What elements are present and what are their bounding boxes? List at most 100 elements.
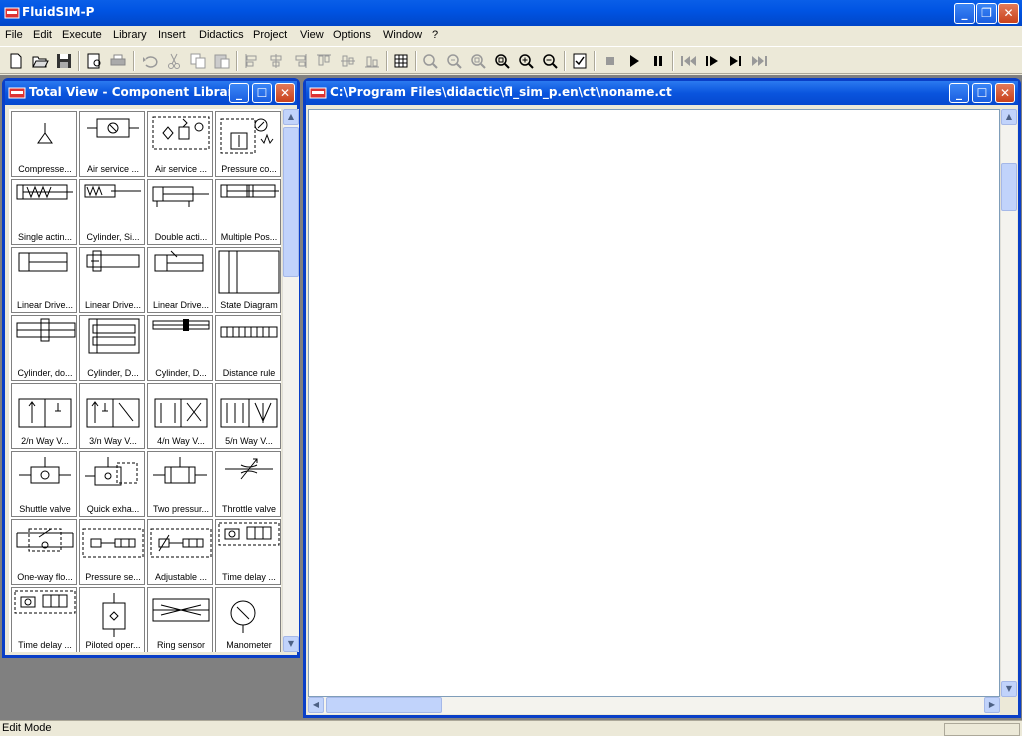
component-air-service-unit-simplified[interactable]: Air service ...: [147, 111, 213, 177]
component-time-delay-valve-1[interactable]: Time delay ...: [215, 519, 281, 585]
new-icon[interactable]: [6, 51, 26, 71]
festo-window-icon: [309, 87, 327, 99]
menu-library[interactable]: Library: [113, 29, 147, 41]
scroll-thumb[interactable]: [326, 697, 442, 713]
menu-project[interactable]: Project: [253, 29, 287, 41]
circuit-vertical-scrollbar[interactable]: ▲ ▼: [1000, 109, 1017, 697]
component-time-delay-valve-2[interactable]: Time delay ...: [11, 587, 77, 652]
toolbar-separator: [415, 51, 417, 71]
menu-help[interactable]: ?: [432, 29, 438, 41]
align-middle-icon[interactable]: [338, 51, 358, 71]
component-ring-sensor[interactable]: Ring sensor: [147, 587, 213, 652]
save-icon[interactable]: [54, 51, 74, 71]
component-quick-exhaust-valve[interactable]: Quick exha...: [79, 451, 145, 517]
library-minimize-button[interactable]: _: [229, 83, 249, 103]
library-vertical-scrollbar[interactable]: ▲ ▼: [282, 109, 299, 652]
component-manometer[interactable]: Manometer: [215, 587, 281, 652]
single-step-icon[interactable]: [702, 51, 722, 71]
undo-icon[interactable]: [140, 51, 160, 71]
circuit-horizontal-scrollbar[interactable]: ◀ ▶: [308, 697, 1000, 714]
stop-icon[interactable]: [600, 51, 620, 71]
component-multiple-position-cylinder[interactable]: Multiple Pos...: [215, 179, 281, 245]
align-center-icon[interactable]: [266, 51, 286, 71]
component-linear-drive-1[interactable]: Linear Drive...: [11, 247, 77, 313]
grid-icon[interactable]: [391, 51, 411, 71]
scroll-right-button[interactable]: ▶: [984, 697, 1000, 713]
library-close-button[interactable]: ✕: [275, 83, 295, 103]
component-two-pressure-valve[interactable]: Two pressur...: [147, 451, 213, 517]
component-4n-way-valve[interactable]: 4/n Way V...: [147, 383, 213, 449]
component-adjustable-pressure-sequence[interactable]: Adjustable ...: [147, 519, 213, 585]
component-label: 2/n Way V...: [21, 436, 69, 446]
align-right-icon[interactable]: [290, 51, 310, 71]
play-icon[interactable]: [624, 51, 644, 71]
scroll-left-button[interactable]: ◀: [308, 697, 324, 713]
run-to-state-icon[interactable]: [726, 51, 746, 71]
component-shuttle-valve[interactable]: Shuttle valve: [11, 451, 77, 517]
menu-file[interactable]: File: [5, 29, 23, 41]
scroll-thumb[interactable]: [283, 127, 299, 277]
pause-icon[interactable]: [648, 51, 668, 71]
circuit-minimize-button[interactable]: _: [949, 83, 969, 103]
paste-icon[interactable]: [212, 51, 232, 71]
zoom-in-icon[interactable]: [516, 51, 536, 71]
component-double-acting-cylinder[interactable]: Double acti...: [147, 179, 213, 245]
component-state-diagram[interactable]: State Diagram: [215, 247, 281, 313]
scroll-up-button[interactable]: ▲: [1001, 109, 1017, 125]
minimize-button[interactable]: _: [954, 3, 975, 24]
print-icon[interactable]: [108, 51, 128, 71]
menu-view[interactable]: View: [300, 29, 324, 41]
component-pressure-control[interactable]: Pressure co...: [215, 111, 281, 177]
component-single-acting-cylinder[interactable]: Single actin...: [11, 179, 77, 245]
component-3n-way-valve[interactable]: 3/n Way V...: [79, 383, 145, 449]
circuit-close-button[interactable]: ✕: [995, 83, 1015, 103]
copy-icon[interactable]: [188, 51, 208, 71]
scroll-thumb[interactable]: [1001, 163, 1017, 211]
zoom-previous-icon[interactable]: [444, 51, 464, 71]
component-2n-way-valve[interactable]: 2/n Way V...: [11, 383, 77, 449]
component-label: One-way flo...: [17, 572, 73, 582]
reset-icon[interactable]: [678, 51, 698, 71]
component-distance-rule[interactable]: Distance rule: [215, 315, 281, 381]
component-cylinder-rodless[interactable]: Cylinder, D...: [147, 315, 213, 381]
component-air-service-unit[interactable]: Air service ...: [79, 111, 145, 177]
menu-options[interactable]: Options: [333, 29, 371, 41]
open-icon[interactable]: [30, 51, 50, 71]
component-label: 3/n Way V...: [89, 436, 137, 446]
align-top-icon[interactable]: [314, 51, 334, 71]
component-throttle-valve[interactable]: Throttle valve: [215, 451, 281, 517]
component-compressor[interactable]: Compresse...: [11, 111, 77, 177]
scroll-up-button[interactable]: ▲: [283, 109, 299, 125]
component-piloted-operated-check[interactable]: Piloted oper...: [79, 587, 145, 652]
fast-forward-icon[interactable]: [750, 51, 770, 71]
zoom-out-icon[interactable]: [540, 51, 560, 71]
restore-button[interactable]: ❐: [976, 3, 997, 24]
component-cylinder-single[interactable]: Cylinder, Si...: [79, 179, 145, 245]
scroll-down-button[interactable]: ▼: [1001, 681, 1017, 697]
menu-insert[interactable]: Insert: [158, 29, 186, 41]
scroll-down-button[interactable]: ▼: [283, 636, 299, 652]
align-left-icon[interactable]: [242, 51, 262, 71]
menu-window[interactable]: Window: [383, 29, 422, 41]
align-bottom-icon[interactable]: [362, 51, 382, 71]
zoom-all-icon[interactable]: [492, 51, 512, 71]
component-5n-way-valve[interactable]: 5/n Way V...: [215, 383, 281, 449]
component-cylinder-double[interactable]: Cylinder, do...: [11, 315, 77, 381]
library-maximize-button[interactable]: ☐: [252, 83, 272, 103]
component-linear-drive-3[interactable]: Linear Drive...: [147, 247, 213, 313]
zoom-window-icon[interactable]: [468, 51, 488, 71]
component-linear-drive-2[interactable]: Linear Drive...: [79, 247, 145, 313]
check-drawing-icon[interactable]: [570, 51, 590, 71]
menu-edit[interactable]: Edit: [33, 29, 52, 41]
component-pressure-sequence-valve[interactable]: Pressure se...: [79, 519, 145, 585]
zoom-fit-icon[interactable]: [420, 51, 440, 71]
component-one-way-flow-control[interactable]: One-way flo...: [11, 519, 77, 585]
component-cylinder-guided[interactable]: Cylinder, D...: [79, 315, 145, 381]
cut-icon[interactable]: [164, 51, 184, 71]
print-preview-icon[interactable]: [84, 51, 104, 71]
menu-execute[interactable]: Execute: [62, 29, 102, 41]
circuit-canvas[interactable]: [308, 109, 1000, 697]
menu-didactics[interactable]: Didactics: [199, 29, 244, 41]
circuit-maximize-button[interactable]: ☐: [972, 83, 992, 103]
close-button[interactable]: ✕: [998, 3, 1019, 24]
